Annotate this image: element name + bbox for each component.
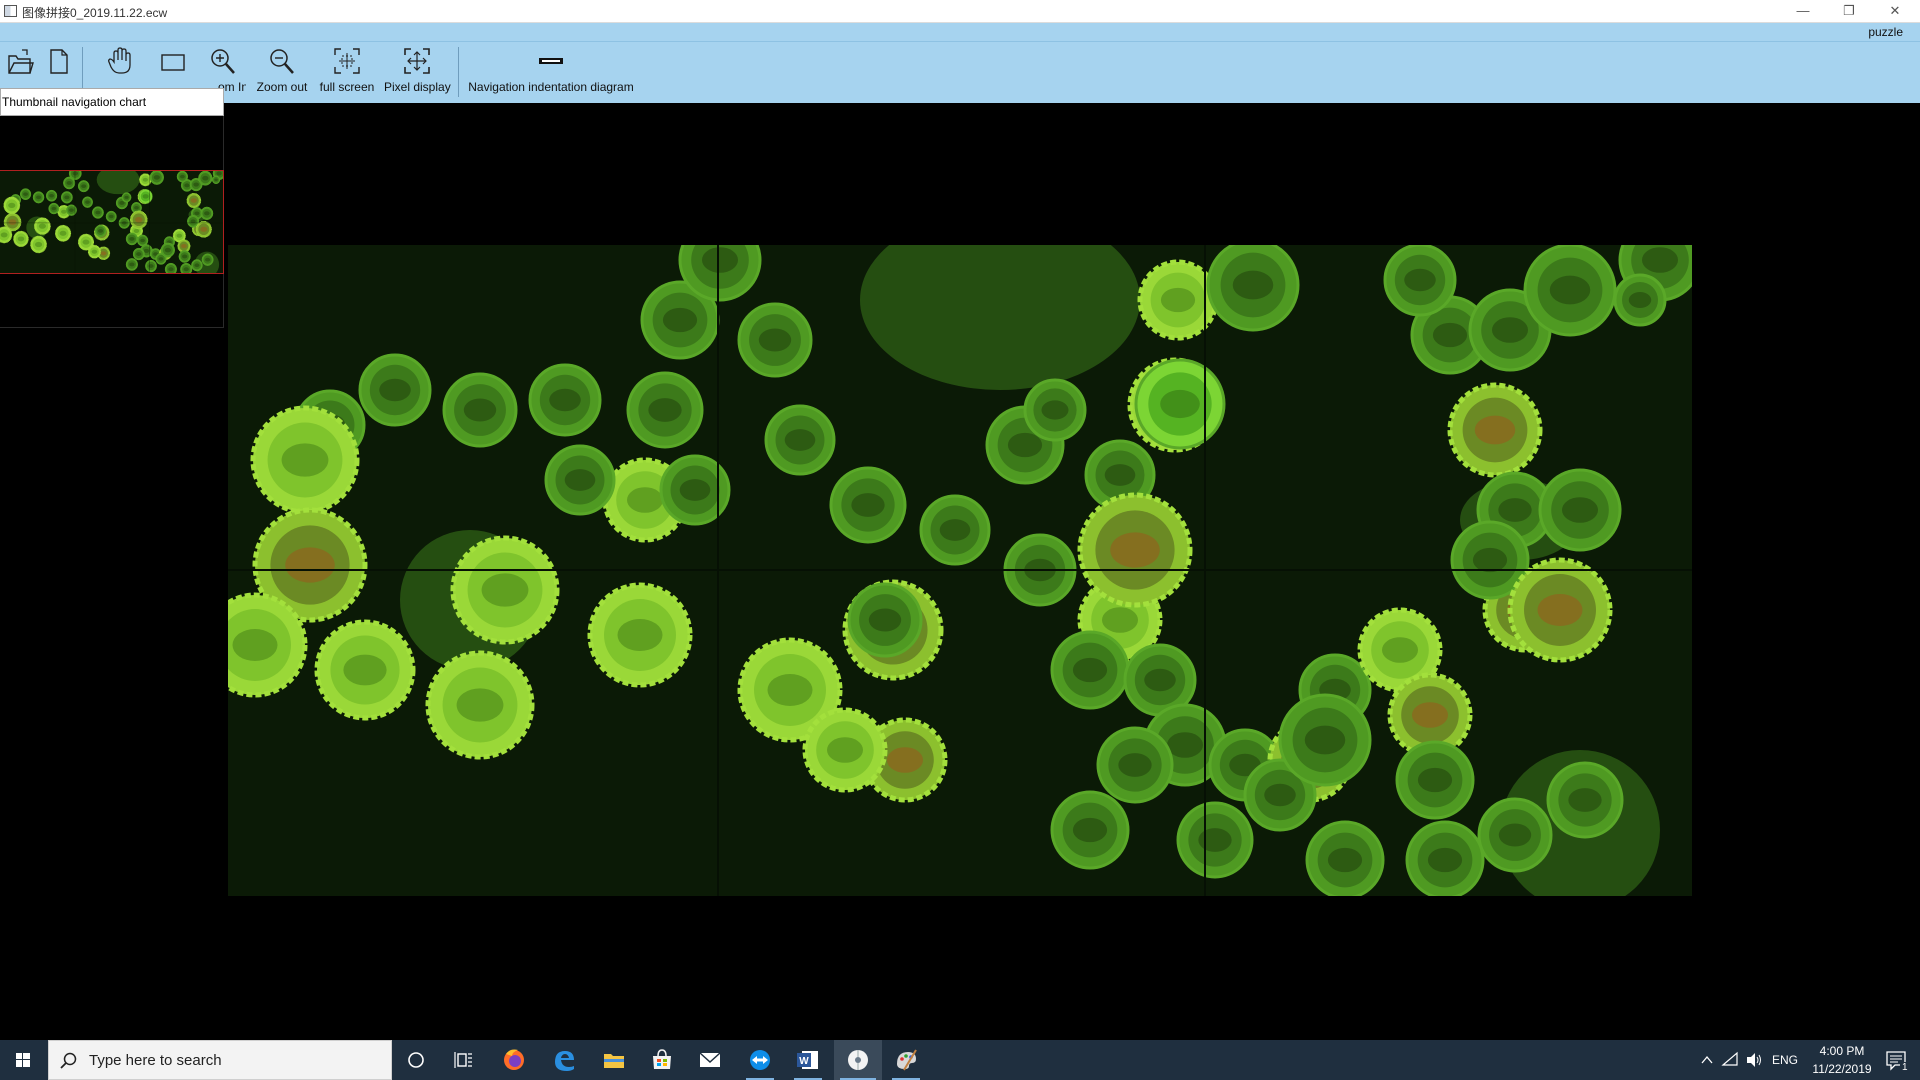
restore-button[interactable]: ❐	[1826, 0, 1872, 23]
task-view-button[interactable]	[444, 1040, 484, 1080]
notification-count: 1	[1900, 1062, 1910, 1073]
edge-button[interactable]	[544, 1040, 584, 1080]
start-button[interactable]	[0, 1040, 46, 1080]
file-icon	[46, 46, 72, 78]
search-icon	[60, 1052, 77, 1069]
close-button[interactable]: ✕	[1872, 0, 1918, 23]
start-icon	[16, 1053, 30, 1067]
notification-icon	[1886, 1051, 1906, 1071]
pixel-display-icon	[384, 46, 450, 78]
navigation-diagram-button[interactable]: Navigation indentation diagram	[466, 46, 636, 98]
paint-icon	[897, 1049, 917, 1071]
store-button[interactable]	[642, 1040, 682, 1080]
word-button[interactable]: W	[788, 1040, 828, 1080]
window-title: 图像拼接0_2019.11.22.ecw	[22, 6, 168, 20]
search-placeholder: Type here to search	[89, 1052, 222, 1069]
zoom-out-label: Zoom out	[256, 80, 308, 94]
firefox-icon	[504, 1049, 524, 1070]
teamviewer-button[interactable]	[740, 1040, 780, 1080]
stitched-micrograph	[228, 245, 1692, 896]
zoom-out-button[interactable]: Zoom out	[254, 46, 310, 98]
navigation-diagram-label: Navigation indentation diagram	[468, 80, 634, 94]
network-icon	[1721, 1051, 1738, 1066]
zoom-in-icon	[200, 46, 246, 78]
network-button[interactable]	[1720, 1040, 1740, 1080]
rectangle-select-icon	[158, 46, 188, 78]
mail-button[interactable]	[690, 1040, 730, 1080]
search-input[interactable]: Type here to search	[48, 1040, 392, 1080]
volume-icon	[1747, 1053, 1761, 1067]
hand-icon	[104, 46, 136, 78]
clock-date[interactable]: 11/22/2019	[1806, 1062, 1878, 1076]
file-explorer-icon	[604, 1054, 624, 1068]
thumbnail-image[interactable]	[0, 170, 224, 274]
title-bar: 图像拼接0_2019.11.22.ecw — ❐ ✕	[0, 0, 1920, 23]
app-disc-icon	[848, 1050, 868, 1070]
pixel-display-button[interactable]: Pixel display	[384, 46, 451, 98]
zoom-out-icon	[254, 46, 310, 78]
pixel-display-label: Pixel display	[384, 80, 451, 94]
thumbnail-title: Thumbnail navigation chart	[2, 95, 147, 109]
store-icon	[653, 1049, 671, 1069]
minimize-button[interactable]: —	[1780, 0, 1826, 23]
mail-icon	[699, 1052, 721, 1067]
tray-overflow-button[interactable]	[1698, 1040, 1716, 1080]
clock-time[interactable]: 4:00 PM	[1812, 1044, 1872, 1058]
task-view-icon	[454, 1052, 472, 1068]
toolbar: Zoom In Zoom out full screen Pixel displ…	[0, 42, 1920, 103]
edge-icon	[555, 1051, 574, 1071]
cortana-icon	[408, 1052, 424, 1068]
menu-strip: puzzle	[0, 23, 1920, 42]
paint-button[interactable]	[886, 1040, 926, 1080]
firefox-button[interactable]	[494, 1040, 534, 1080]
language-indicator[interactable]: ENG	[1772, 1053, 1798, 1067]
chevron-up-icon	[1701, 1055, 1713, 1064]
volume-button[interactable]	[1744, 1040, 1764, 1080]
image-viewport[interactable]	[228, 245, 1692, 896]
full-screen-icon	[318, 46, 376, 78]
notification-button[interactable]: 1	[1876, 1040, 1916, 1080]
word-icon: W	[797, 1051, 818, 1069]
teamviewer-icon	[750, 1050, 770, 1070]
navigation-diagram-icon	[466, 46, 636, 78]
taskbar: Type here to search W ENG 4:00 PM 11/22/…	[0, 1040, 1920, 1080]
full-screen-button[interactable]: full screen	[318, 46, 376, 98]
puzzle-menu[interactable]: puzzle	[1868, 25, 1903, 39]
thumbnail-navigation-panel: Thumbnail navigation chart	[0, 88, 224, 328]
file-explorer-button[interactable]	[594, 1040, 634, 1080]
cortana-button[interactable]	[396, 1040, 436, 1080]
full-screen-label: full screen	[319, 80, 375, 94]
svg-text:W: W	[799, 1056, 809, 1067]
folder-open-icon	[4, 46, 36, 78]
app-icon	[4, 5, 17, 17]
toolbar-separator	[458, 47, 459, 97]
thumbnail-header: Thumbnail navigation chart	[0, 88, 224, 116]
active-app-button[interactable]	[834, 1040, 882, 1080]
